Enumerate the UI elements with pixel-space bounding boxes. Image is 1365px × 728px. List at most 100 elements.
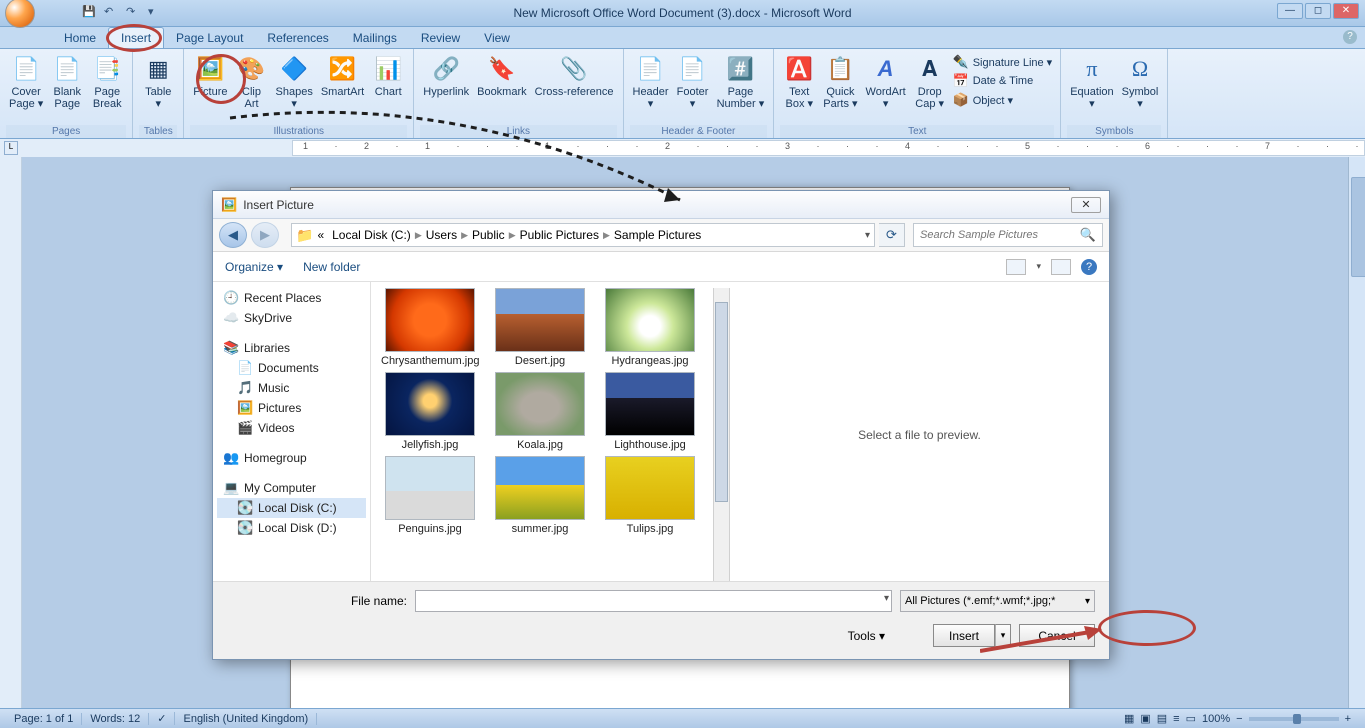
view-full-screen-icon[interactable]: ▣ xyxy=(1140,712,1150,725)
vertical-scrollbar[interactable] xyxy=(1348,157,1365,708)
tree-pictures[interactable]: 🖼️Pictures xyxy=(217,398,366,418)
date-time-button[interactable]: 📅Date & Time xyxy=(951,72,1055,90)
tree-homegroup[interactable]: 👥Homegroup xyxy=(217,448,366,468)
path-segment[interactable]: Public Pictures xyxy=(516,228,603,242)
file-item[interactable]: Hydrangeas.jpg xyxy=(601,288,699,368)
tree-drive-d[interactable]: 💽Local Disk (D:) xyxy=(217,518,366,538)
view-outline-icon[interactable]: ≡ xyxy=(1173,713,1179,725)
object-button[interactable]: 📦Object ▾ xyxy=(951,91,1055,109)
status-language[interactable]: English (United Kingdom) xyxy=(175,713,317,725)
clip-art-button[interactable]: 🎨ClipArt xyxy=(233,51,271,125)
insert-button[interactable]: Insert xyxy=(933,624,995,647)
redo-icon[interactable]: ↷ xyxy=(126,5,142,21)
search-input[interactable] xyxy=(920,229,1080,241)
insert-dropdown[interactable]: ▾ xyxy=(995,624,1011,647)
dialog-title-bar[interactable]: 🖼️ Insert Picture ✕ xyxy=(213,191,1109,219)
tab-home[interactable]: Home xyxy=(52,28,108,48)
status-words[interactable]: Words: 12 xyxy=(82,713,149,725)
page-number-button[interactable]: #️⃣PageNumber ▾ xyxy=(714,51,768,125)
wordart-button[interactable]: AWordArt▾ xyxy=(863,51,909,125)
tree-recent-places[interactable]: 🕘Recent Places xyxy=(217,288,366,308)
file-list-scrollbar[interactable] xyxy=(713,288,730,581)
new-folder-button[interactable]: New folder xyxy=(303,260,360,274)
preview-pane-button[interactable] xyxy=(1051,259,1071,275)
breadcrumb-path[interactable]: 📁 « Local Disk (C:)▶ Users▶ Public▶ Publ… xyxy=(291,223,875,247)
equation-button[interactable]: πEquation▾ xyxy=(1067,51,1116,125)
path-segment[interactable]: Users xyxy=(422,228,461,242)
tab-insert[interactable]: Insert xyxy=(108,27,164,48)
tab-mailings[interactable]: Mailings xyxy=(341,28,409,48)
zoom-in-button[interactable]: + xyxy=(1345,713,1351,725)
file-item[interactable]: Desert.jpg xyxy=(491,288,589,368)
header-button[interactable]: 📄Header▾ xyxy=(630,51,672,125)
tab-selector[interactable]: L xyxy=(4,141,18,155)
tree-videos[interactable]: 🎬Videos xyxy=(217,418,366,438)
nav-back-button[interactable]: ◀ xyxy=(219,222,247,248)
footer-button[interactable]: 📄Footer▾ xyxy=(674,51,712,125)
path-segment[interactable]: Local Disk (C:) xyxy=(328,228,415,242)
tab-view[interactable]: View xyxy=(472,28,522,48)
text-box-button[interactable]: 🅰️TextBox ▾ xyxy=(780,51,818,125)
search-icon[interactable]: 🔍 xyxy=(1080,227,1096,243)
maximize-button[interactable]: ◻ xyxy=(1305,3,1331,19)
close-button[interactable]: ✕ xyxy=(1333,3,1359,19)
picture-button[interactable]: 🖼️Picture xyxy=(190,51,230,125)
file-type-filter[interactable]: All Pictures (*.emf;*.wmf;*.jpg;*▾ xyxy=(900,590,1095,612)
vertical-ruler[interactable] xyxy=(0,157,22,708)
shapes-button[interactable]: 🔷Shapes▾ xyxy=(273,51,316,125)
tab-page-layout[interactable]: Page Layout xyxy=(164,28,255,48)
path-segment[interactable]: Sample Pictures xyxy=(610,228,705,242)
cancel-button[interactable]: Cancel xyxy=(1019,624,1095,647)
zoom-level[interactable]: 100% xyxy=(1202,713,1230,725)
file-item[interactable]: Tulips.jpg xyxy=(601,456,699,536)
minimize-button[interactable]: — xyxy=(1277,3,1303,19)
file-item[interactable]: Chrysanthemum.jpg xyxy=(381,288,479,368)
signature-line-button[interactable]: ✒️Signature Line ▾ xyxy=(951,53,1055,71)
tab-review[interactable]: Review xyxy=(409,28,472,48)
undo-icon[interactable]: ↶ xyxy=(104,5,120,21)
tree-skydrive[interactable]: ☁️SkyDrive xyxy=(217,308,366,328)
refresh-button[interactable]: ⟳ xyxy=(879,223,905,247)
path-segment[interactable]: Public xyxy=(468,228,509,242)
status-page[interactable]: Page: 1 of 1 xyxy=(6,713,82,725)
hyperlink-button[interactable]: 🔗Hyperlink xyxy=(420,51,472,125)
quick-parts-button[interactable]: 📋QuickParts ▾ xyxy=(820,51,860,125)
cover-page-button[interactable]: 📄CoverPage ▾ xyxy=(6,51,46,125)
tree-music[interactable]: 🎵Music xyxy=(217,378,366,398)
nav-forward-button[interactable]: ▶ xyxy=(251,222,279,248)
help-icon[interactable]: ? xyxy=(1343,30,1357,44)
bookmark-button[interactable]: 🔖Bookmark xyxy=(474,51,530,125)
smartart-button[interactable]: 🔀SmartArt xyxy=(318,51,367,125)
tools-button[interactable]: Tools ▾ xyxy=(848,629,885,643)
file-name-input[interactable]: ▾ xyxy=(415,590,892,612)
dialog-help-icon[interactable]: ? xyxy=(1081,259,1097,275)
page-break-button[interactable]: 📑PageBreak xyxy=(88,51,126,125)
view-mode-button[interactable] xyxy=(1006,259,1026,275)
view-print-layout-icon[interactable]: ▦ xyxy=(1124,712,1134,725)
search-box[interactable]: 🔍 xyxy=(913,223,1103,247)
tree-libraries[interactable]: 📚Libraries xyxy=(217,338,366,358)
status-proofing[interactable]: ✓ xyxy=(149,712,175,725)
zoom-out-button[interactable]: − xyxy=(1236,713,1242,725)
file-item[interactable]: Koala.jpg xyxy=(491,372,589,452)
file-item[interactable]: Jellyfish.jpg xyxy=(381,372,479,452)
office-button[interactable] xyxy=(0,0,40,27)
tree-documents[interactable]: 📄Documents xyxy=(217,358,366,378)
tree-computer[interactable]: 💻My Computer xyxy=(217,478,366,498)
dialog-close-button[interactable]: ✕ xyxy=(1071,197,1101,213)
symbol-button[interactable]: ΩSymbol▾ xyxy=(1119,51,1162,125)
file-item[interactable]: Penguins.jpg xyxy=(381,456,479,536)
drop-cap-button[interactable]: 𝐀DropCap ▾ xyxy=(911,51,949,125)
qat-more-icon[interactable]: ▾ xyxy=(148,5,164,21)
file-item[interactable]: summer.jpg xyxy=(491,456,589,536)
cross-reference-button[interactable]: 📎Cross-reference xyxy=(532,51,617,125)
tree-drive-c[interactable]: 💽Local Disk (C:) xyxy=(217,498,366,518)
save-icon[interactable]: 💾 xyxy=(82,5,98,21)
blank-page-button[interactable]: 📄BlankPage xyxy=(48,51,86,125)
ruler-scale[interactable]: 1 · 2 · 1 · · · 1 · · · 2 · · · 3 · · · … xyxy=(292,140,1365,156)
zoom-slider[interactable] xyxy=(1249,717,1339,721)
organize-button[interactable]: Organize ▾ xyxy=(225,260,283,274)
view-draft-icon[interactable]: ▭ xyxy=(1186,712,1196,725)
view-web-icon[interactable]: ▤ xyxy=(1157,712,1167,725)
table-button[interactable]: ▦Table▾ xyxy=(139,51,177,125)
